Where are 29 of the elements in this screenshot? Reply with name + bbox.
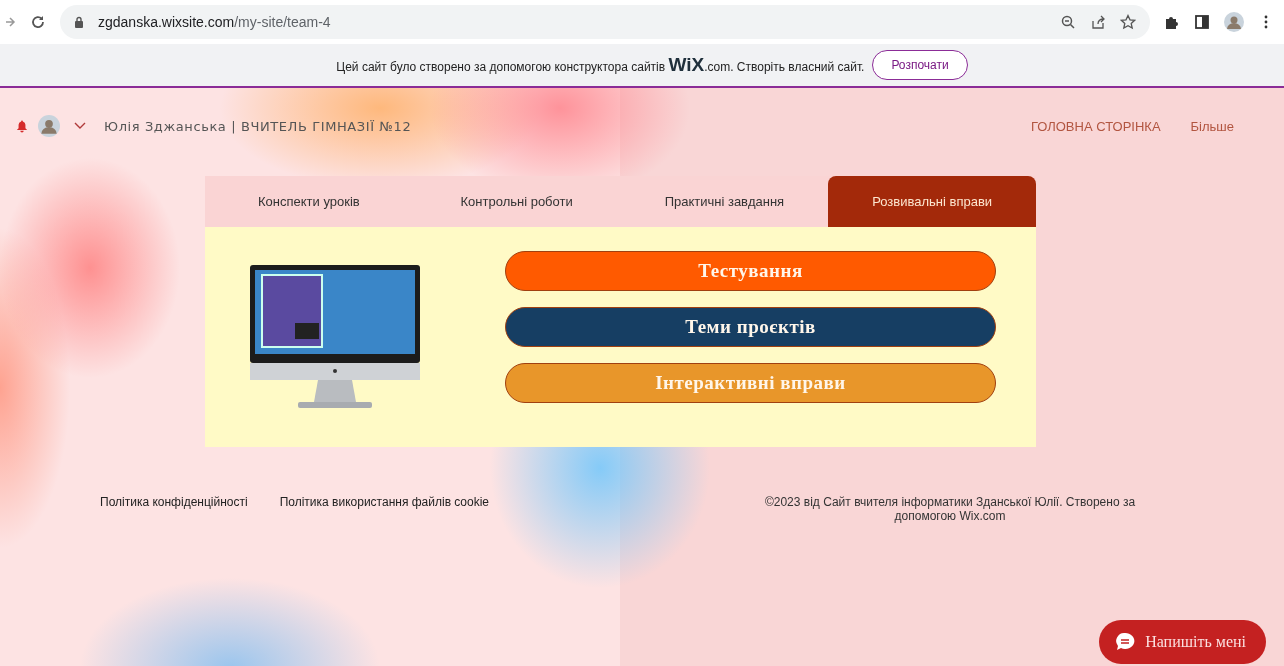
puzzle-icon[interactable] bbox=[1164, 14, 1180, 30]
profile-avatar-icon[interactable] bbox=[1224, 12, 1244, 32]
bell-icon[interactable] bbox=[16, 118, 28, 134]
side-panel-icon[interactable] bbox=[1194, 14, 1210, 30]
reload-icon[interactable] bbox=[30, 14, 46, 30]
caret-icon[interactable] bbox=[74, 122, 86, 130]
url-text: zgdanska.wixsite.com/my-site/team-4 bbox=[98, 14, 331, 30]
address-bar[interactable]: zgdanska.wixsite.com/my-site/team-4 bbox=[60, 5, 1150, 39]
banner-text: Цей сайт було створено за допомогою конструктора сайтів WiX.com. Створіть власний сайт. bbox=[336, 54, 865, 76]
nav-link[interactable]: ГОЛОВНА СТОРІНКА bbox=[1030, 118, 1161, 134]
forward-icon[interactable] bbox=[4, 16, 16, 28]
zoom-icon[interactable] bbox=[1060, 14, 1076, 30]
chat-button[interactable]: Напишіть мені bbox=[1099, 620, 1266, 664]
chat-bubble-icon bbox=[1115, 632, 1136, 652]
star-icon[interactable] bbox=[1120, 14, 1136, 30]
tab[interactable]: Практичні завдання bbox=[620, 176, 829, 227]
avatar-icon[interactable] bbox=[38, 115, 60, 137]
lock-icon bbox=[74, 16, 84, 28]
footer-link[interactable]: Політика використання файлів cookie bbox=[279, 495, 490, 509]
link-button[interactable]: Теми проєктів bbox=[505, 307, 996, 347]
share-icon[interactable] bbox=[1090, 14, 1106, 30]
tab[interactable]: Конспекти уроків bbox=[205, 176, 413, 227]
copyright-text: ©2023 від Сайт вчителя інформатики Зданської Юлії. Створено за допомогою Wix.com bbox=[763, 495, 1137, 523]
tab[interactable]: Контрольні роботи bbox=[412, 176, 621, 227]
start-button[interactable]: Розпочати bbox=[872, 50, 968, 80]
site-title[interactable]: Юлія Зджанська | ВЧИТЕЛЬ ГІМНАЗІЇ №12 bbox=[104, 118, 412, 134]
nav-link[interactable]: Більше bbox=[1190, 118, 1234, 134]
tab[interactable]: Розвивальні вправи bbox=[828, 176, 1036, 227]
footer-link[interactable]: Політика конфіденційності bbox=[100, 495, 248, 509]
